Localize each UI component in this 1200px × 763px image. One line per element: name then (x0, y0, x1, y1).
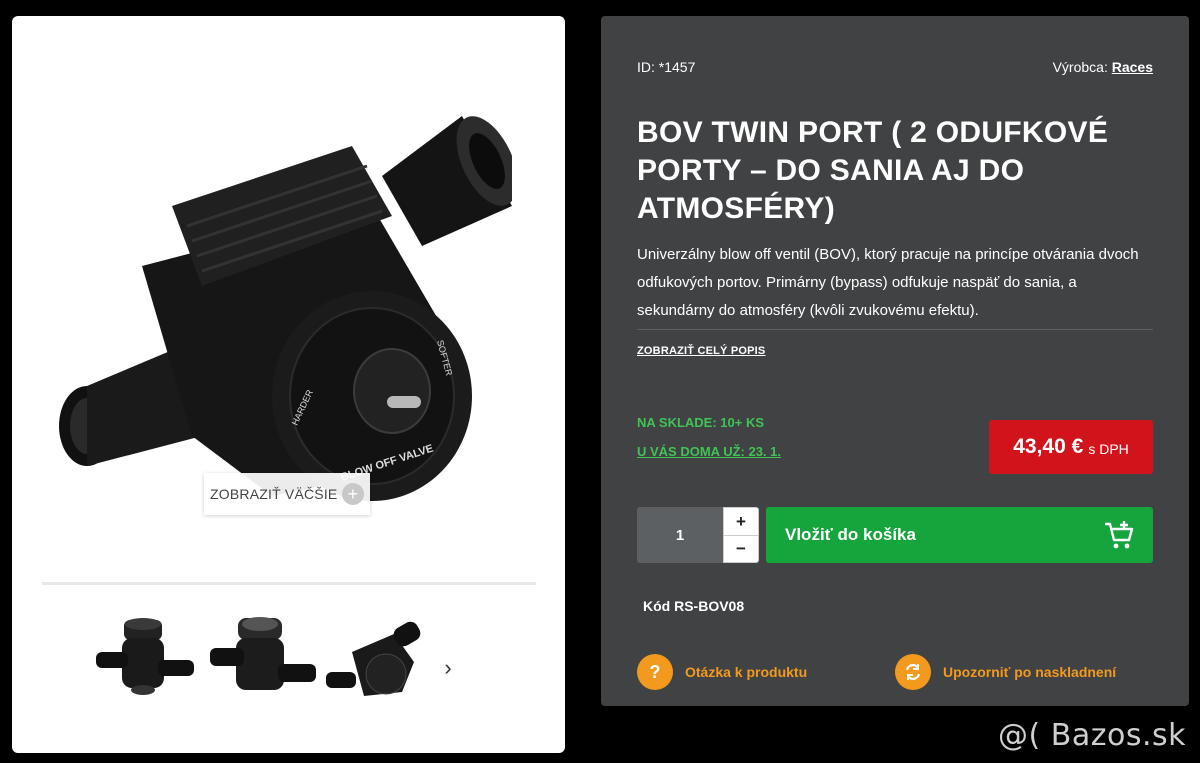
quantity-decrease-button[interactable]: − (723, 535, 759, 563)
add-to-cart-button[interactable]: Vložiť do košíka (766, 507, 1153, 563)
product-id: ID: *1457 (637, 59, 695, 75)
notify-restock-link[interactable]: Upozorniť po naskladnení (895, 654, 1116, 690)
product-id-label: ID: (637, 59, 655, 75)
main-product-image[interactable]: BLOW OFF VALVE HARDER SOFTER (42, 96, 512, 516)
manufacturer: Výrobca: Races (1053, 59, 1153, 75)
thumbnail-1[interactable] (92, 612, 202, 712)
gallery-divider (42, 582, 536, 585)
notify-restock-label: Upozorniť po naskladnení (943, 664, 1117, 680)
zoom-plus-icon: + (342, 483, 364, 505)
price-amount: 43,40 € (1013, 435, 1084, 458)
product-id-value: *1457 (658, 59, 696, 75)
question-icon: ? (637, 654, 673, 690)
bazos-watermark: @( Bazos.sk (998, 718, 1186, 753)
product-question-link[interactable]: ? Otázka k produktu (637, 654, 807, 690)
product-code: Kód RS-BOV08 (643, 598, 744, 614)
product-description: Univerzálny blow off ventil (BOV), ktorý… (637, 246, 1139, 319)
zoom-label: ZOBRAZIŤ VÄČŠIE (210, 486, 338, 502)
stock-status: NA SKLADE: 10+ KS (637, 415, 765, 430)
thumbnail-3[interactable] (324, 612, 434, 712)
delivery-date-link[interactable]: U VÁS DOMA UŽ: 23. 1. (637, 444, 781, 459)
product-code-value: RS-BOV08 (674, 598, 745, 614)
product-panel: ID: *1457 Výrobca: Races BOV TWIN PORT (… (601, 16, 1189, 706)
product-gallery: BLOW OFF VALVE HARDER SOFTER ZOBRAZIŤ VÄ… (12, 16, 565, 753)
manufacturer-link[interactable]: Races (1112, 59, 1153, 75)
description-divider (637, 329, 1153, 330)
quantity-input[interactable] (637, 507, 723, 563)
show-full-description-link[interactable]: ZOBRAZIŤ CELÝ POPIS (637, 345, 765, 357)
add-to-cart-label: Vložiť do košíka (785, 525, 916, 544)
refresh-icon (895, 654, 931, 690)
thumbnail-2[interactable] (208, 612, 318, 712)
product-question-label: Otázka k produktu (685, 664, 808, 680)
price-box: 43,40 € s DPH (989, 420, 1153, 474)
chevron-right-icon[interactable]: › (438, 656, 458, 680)
zoom-button[interactable]: ZOBRAZIŤ VÄČŠIE + (204, 473, 370, 515)
product-code-label: Kód (643, 598, 671, 614)
price-vat-label: s DPH (1088, 441, 1129, 457)
product-title: BOV TWIN PORT ( 2 ODUFKOVÉ PORTY – DO SA… (637, 116, 1109, 225)
cart-add-icon (1105, 521, 1134, 549)
quantity-increase-button[interactable]: + (723, 507, 759, 536)
quantity-stepper: + − (637, 507, 759, 563)
manufacturer-label: Výrobca: (1052, 59, 1108, 75)
